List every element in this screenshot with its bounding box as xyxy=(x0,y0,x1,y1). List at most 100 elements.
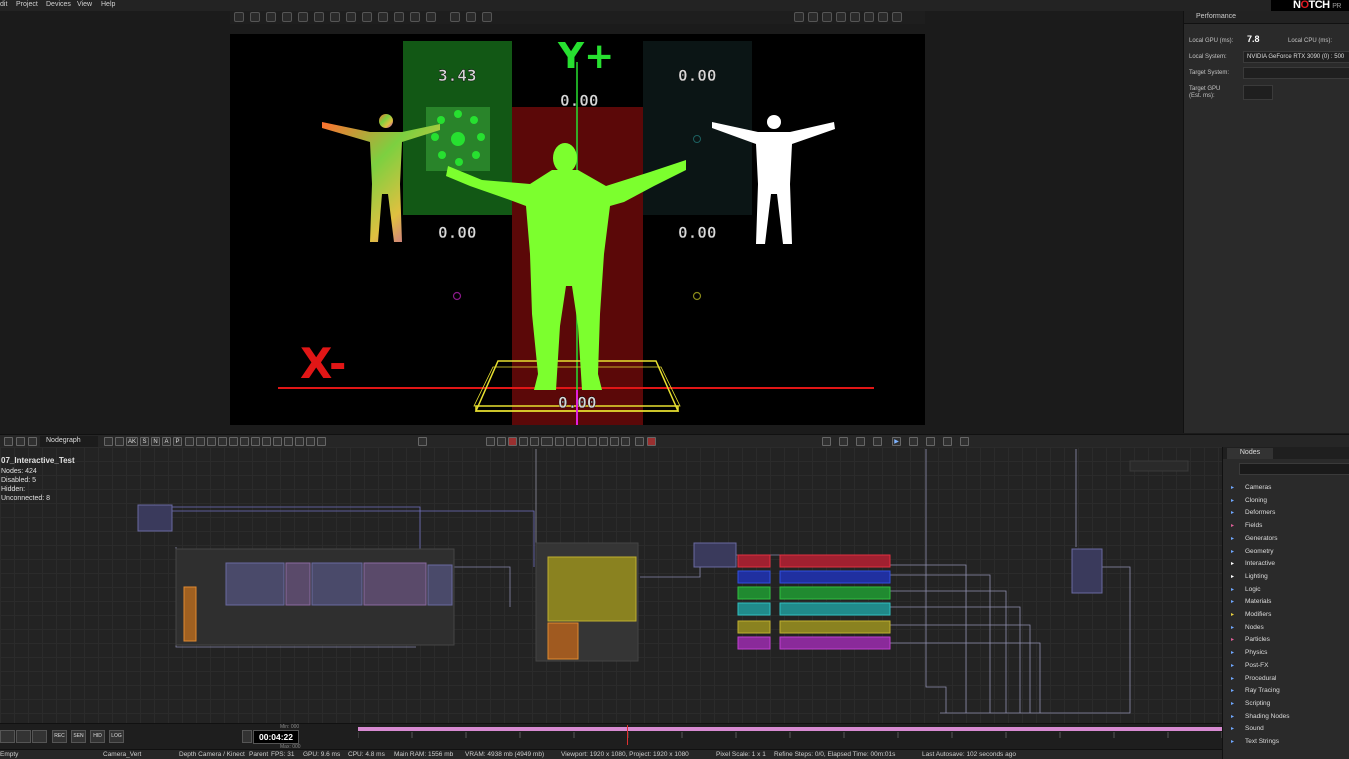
node-category-post-fx[interactable]: ▸ Post-FX xyxy=(1231,662,1268,669)
node-category-fields[interactable]: ▸ Fields xyxy=(1231,522,1262,529)
layout-tool-icon[interactable] xyxy=(450,12,460,22)
rec-button[interactable]: REC xyxy=(52,730,67,743)
frame-back-icon[interactable] xyxy=(873,437,882,446)
timeline-track[interactable] xyxy=(358,727,1222,731)
timecode-display[interactable]: 00:04:22 xyxy=(253,730,299,744)
view-orbit-icon[interactable] xyxy=(794,12,804,22)
ng-info-icon[interactable] xyxy=(317,437,326,446)
ng-s-button[interactable]: S xyxy=(140,437,149,446)
render-viewport[interactable]: Y+ X- 3.43 0.00 0.00 0.00 0.00 0.00 xyxy=(230,34,925,425)
ng-p-button[interactable]: P xyxy=(173,437,182,446)
view-grid-icon[interactable] xyxy=(878,12,888,22)
record-tool-icon[interactable] xyxy=(394,12,404,22)
target-tool-icon[interactable] xyxy=(330,12,340,22)
ng-menu-icon[interactable] xyxy=(4,437,13,446)
rewind-icon[interactable] xyxy=(856,437,865,446)
view-fit-icon[interactable] xyxy=(864,12,874,22)
menu-view[interactable]: View xyxy=(77,1,92,8)
ng-tag-icon[interactable] xyxy=(306,437,315,446)
node-category-lighting[interactable]: ▸ Lighting xyxy=(1231,573,1268,580)
ng-expand-icon[interactable] xyxy=(240,437,249,446)
ng-flow-icon[interactable] xyxy=(229,437,238,446)
render-h-icon[interactable] xyxy=(577,437,586,446)
node-category-cloning[interactable]: ▸ Cloning xyxy=(1231,497,1267,504)
gizmo-tool-icon[interactable] xyxy=(314,12,324,22)
node-group-orange[interactable] xyxy=(547,622,579,660)
frame-forward-icon[interactable] xyxy=(909,437,918,446)
nodegraph-canvas[interactable]: 07_Interactive_Test Nodes: 424 Disabled:… xyxy=(0,447,1222,723)
node-category-physics[interactable]: ▸ Physics xyxy=(1231,649,1267,656)
node-category-ray-tracing[interactable]: ▸ Ray Tracing xyxy=(1231,687,1280,694)
render-i-icon[interactable] xyxy=(588,437,597,446)
render-rng-icon[interactable] xyxy=(541,437,553,446)
ng-note-icon[interactable] xyxy=(295,437,304,446)
play-icon[interactable]: ▶ xyxy=(892,437,901,446)
grid-tool-icon[interactable] xyxy=(378,12,388,22)
menu-edit[interactable]: dit xyxy=(0,1,7,8)
rotate-tool-icon[interactable] xyxy=(250,12,260,22)
render-g-icon[interactable] xyxy=(566,437,575,446)
tab-nodegraph[interactable]: Nodegraph xyxy=(40,436,98,447)
menu-devices[interactable]: Devices xyxy=(46,1,71,8)
tab-nodes[interactable]: Nodes xyxy=(1227,448,1273,459)
layers-tool-icon[interactable] xyxy=(466,12,476,22)
node-category-generators[interactable]: ▸ Generators xyxy=(1231,535,1278,542)
ng-pin-icon[interactable] xyxy=(16,437,25,446)
step-back-icon[interactable] xyxy=(839,437,848,446)
node-group-input[interactable] xyxy=(137,504,173,532)
sen-button[interactable]: SEN xyxy=(71,730,86,743)
ng-align-icon[interactable] xyxy=(115,437,124,446)
skip-end-icon[interactable] xyxy=(960,437,969,446)
render-d-icon[interactable] xyxy=(519,437,528,446)
node-category-sound[interactable]: ▸ Sound xyxy=(1231,725,1264,732)
log-button[interactable]: LOG xyxy=(109,730,124,743)
timeline-ruler[interactable] xyxy=(358,732,1222,742)
node-category-text-strings[interactable]: ▸ Text Strings xyxy=(1231,738,1279,745)
view-frame-icon[interactable] xyxy=(850,12,860,22)
render-c-icon[interactable] xyxy=(508,437,517,446)
view-pan-icon[interactable] xyxy=(808,12,818,22)
render-e-icon[interactable] xyxy=(530,437,539,446)
render-info-icon[interactable] xyxy=(635,437,644,446)
render-l-icon[interactable] xyxy=(621,437,630,446)
ng-sync-icon[interactable] xyxy=(418,437,427,446)
node-category-cameras[interactable]: ▸ Cameras xyxy=(1231,484,1271,491)
scale-tool-icon[interactable] xyxy=(266,12,276,22)
node-category-interactive[interactable]: ▸ Interactive xyxy=(1231,560,1275,567)
ng-grid-icon[interactable] xyxy=(104,437,113,446)
render-tool-icon[interactable] xyxy=(410,12,420,22)
output-tool-icon[interactable] xyxy=(426,12,436,22)
select-tool-icon[interactable] xyxy=(234,12,244,22)
ng-n-button[interactable]: N xyxy=(151,437,160,446)
node-matrix[interactable] xyxy=(737,554,891,650)
node-category-logic[interactable]: ▸ Logic xyxy=(1231,586,1261,593)
node-category-scripting[interactable]: ▸ Scripting xyxy=(1231,700,1270,707)
ng-history-icon[interactable] xyxy=(273,437,282,446)
view-zoom-icon[interactable] xyxy=(822,12,832,22)
ng-link-icon[interactable] xyxy=(207,437,216,446)
node-category-procedural[interactable]: ▸ Procedural xyxy=(1231,675,1276,682)
node-group-yellow[interactable] xyxy=(547,556,637,622)
view-options-icon[interactable] xyxy=(892,12,902,22)
timeline-pin-icon[interactable] xyxy=(242,730,252,743)
light-tool-icon[interactable] xyxy=(362,12,372,22)
node-category-modifiers[interactable]: ▸ Modifiers xyxy=(1231,611,1271,618)
render-stop-icon[interactable] xyxy=(647,437,656,446)
node-category-deformers[interactable]: ▸ Deformers xyxy=(1231,509,1275,516)
node-category-nodes[interactable]: ▸ Nodes xyxy=(1231,624,1264,631)
snap-tool-icon[interactable] xyxy=(298,12,308,22)
menu-project[interactable]: Project xyxy=(16,1,38,8)
skip-start-icon[interactable] xyxy=(822,437,831,446)
node-category-particles[interactable]: ▸ Particles xyxy=(1231,636,1270,643)
ng-target-icon[interactable] xyxy=(185,437,194,446)
step-forward-icon[interactable] xyxy=(943,437,952,446)
ng-wand-icon[interactable] xyxy=(284,437,293,446)
ng-lock-icon[interactable] xyxy=(28,437,37,446)
ng-layout-icon[interactable] xyxy=(196,437,205,446)
node-category-geometry[interactable]: ▸ Geometry xyxy=(1231,548,1274,555)
ng-ak-button[interactable]: AK xyxy=(126,437,138,446)
node-category-shading-nodes[interactable]: ▸ Shading Nodes xyxy=(1231,713,1289,720)
render-k-icon[interactable] xyxy=(610,437,619,446)
timeline-back-icon[interactable] xyxy=(32,730,47,743)
target-system-field[interactable] xyxy=(1243,67,1349,79)
